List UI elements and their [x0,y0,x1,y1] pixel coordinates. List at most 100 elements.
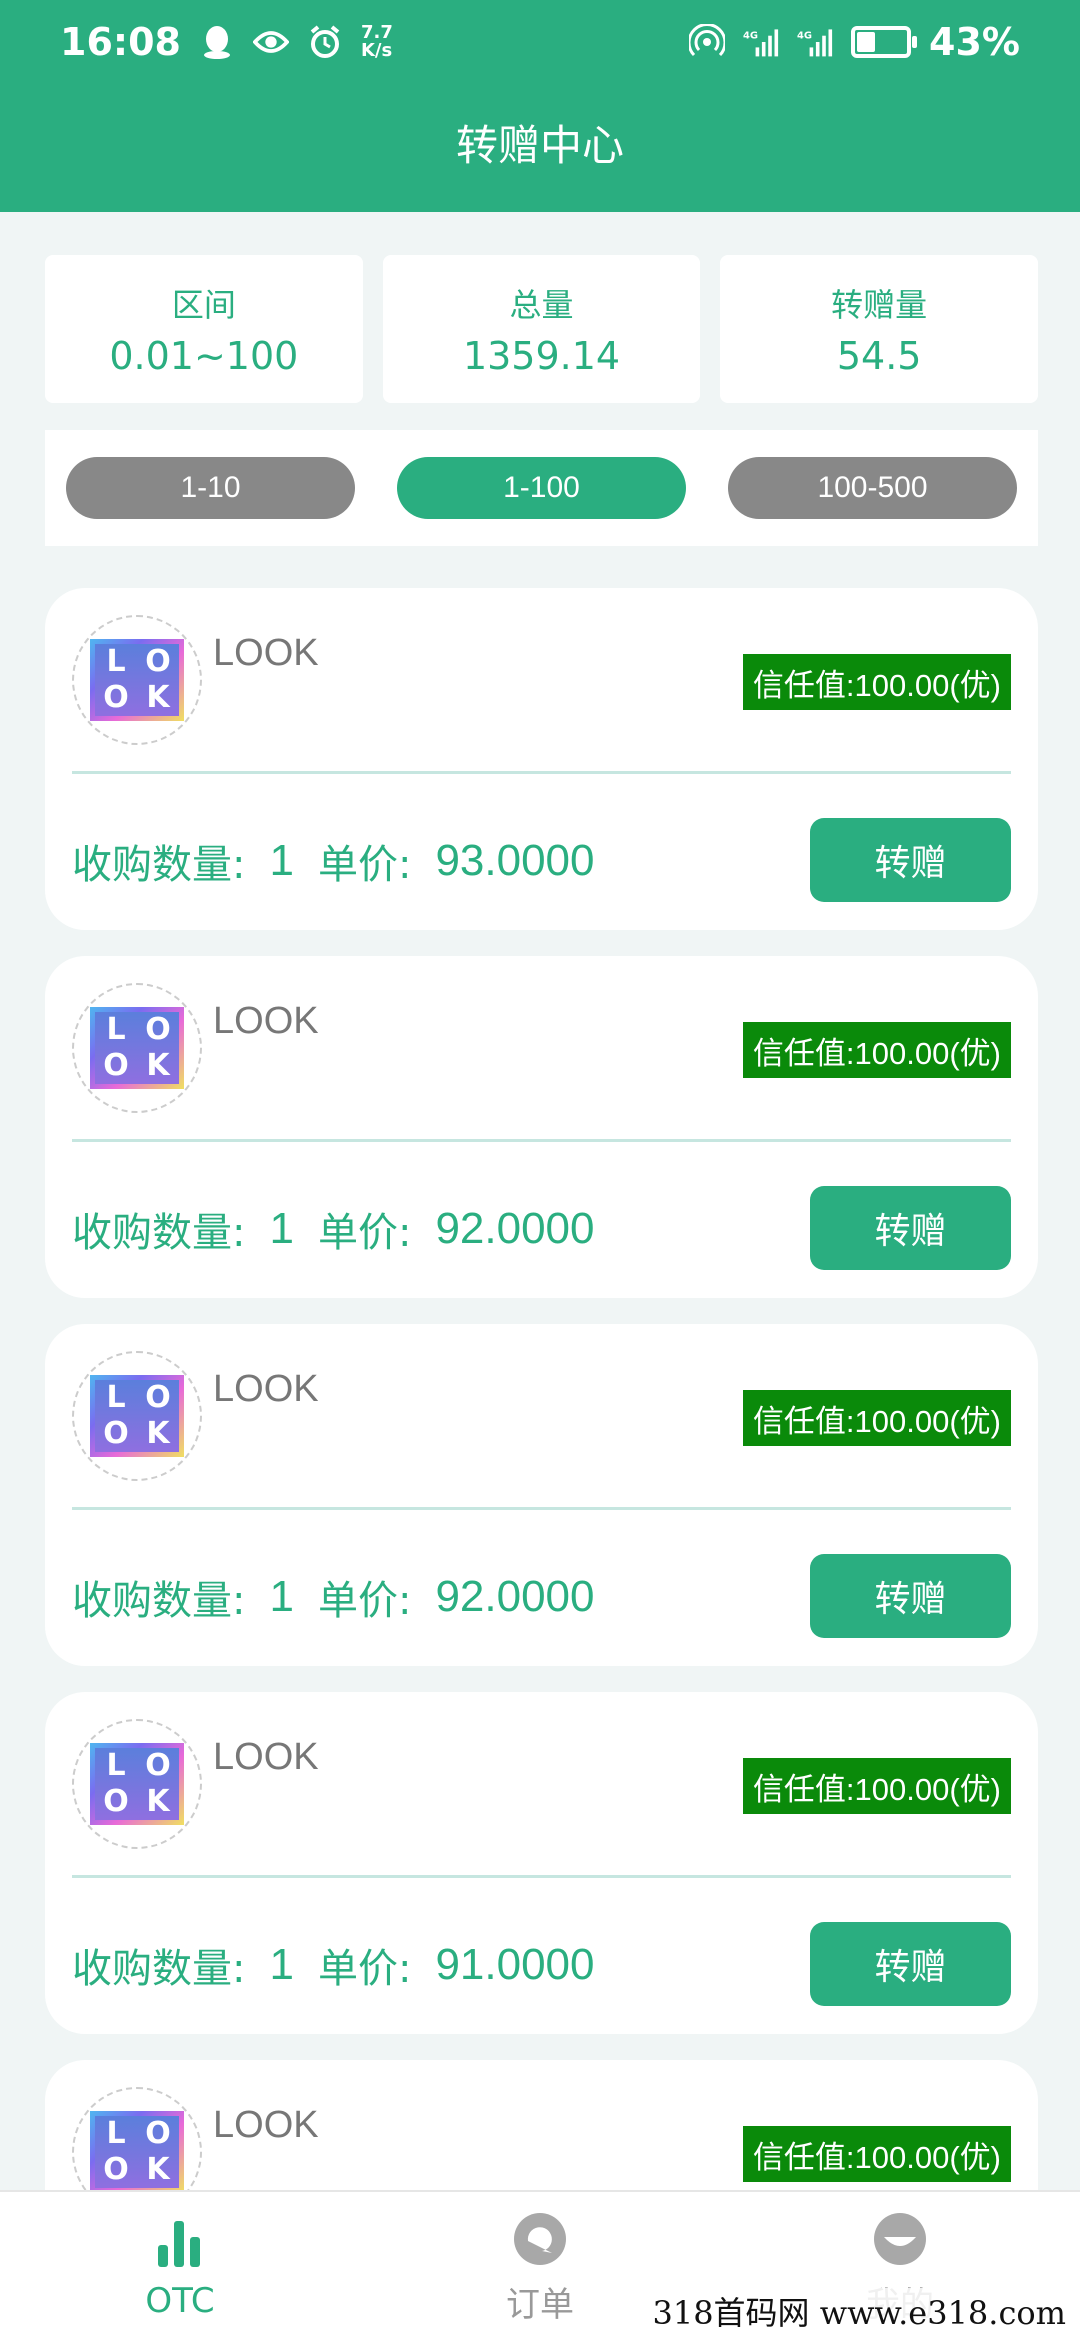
battery-percent: 43% [929,20,1020,64]
seller-name: LOOK [213,1368,319,1410]
stats-row: 区间 0.01~100 总量 1359.14 转赠量 54.5 [45,255,1039,403]
nav-otc[interactable]: OTC [0,2192,360,2340]
seller-name: LOOK [213,1000,319,1042]
signal-4g-icon: 4G [797,24,833,60]
alarm-icon [307,24,343,60]
trust-badge: 信任值:100.00(优) [742,1758,1011,1814]
logo-letter: O [103,2152,129,2187]
logo-letter: L [106,1748,126,1783]
look-logo-icon: LOOK [90,639,184,721]
filter-1-100-button[interactable]: 1-100 [397,457,686,519]
price-value: 92.0000 [435,1572,595,1621]
qty-value: 1 [269,1572,294,1621]
status-time: 16:08 [60,20,181,64]
svg-text:4G: 4G [797,30,812,41]
logo-letter: K [146,1416,170,1451]
listing-info: 收购数量: 1 单价: 93.0000 [72,832,595,890]
status-right: 4G 4G 43% [689,20,1020,64]
logo-letter: O [145,1380,171,1415]
app-header: 16:08 7.7 K/s 4G 4G 43% 转赠中心 [0,0,1080,212]
logo-letter: O [103,1048,129,1083]
logo-letter: K [146,1048,170,1083]
qty-value: 1 [269,1940,294,1989]
bar-chart-icon [150,2211,210,2271]
look-logo-icon: LOOK [90,2111,184,2193]
price-label: 单价: [317,842,412,888]
filter-100-500-button[interactable]: 100-500 [728,457,1017,519]
divider [72,1875,1011,1878]
logo-letter: O [145,1012,171,1047]
transfer-button[interactable]: 转赠 [810,1922,1011,2006]
price-label: 单价: [317,1578,412,1624]
trust-badge: 信任值:100.00(优) [742,2126,1011,2182]
logo-letter: L [106,1380,126,1415]
logo-letter: K [146,680,170,715]
stat-total: 总量 1359.14 [382,255,701,403]
net-speed: 7.7 K/s [361,24,393,60]
listing-card: LOOK LOOK 信任值:100.00(优) 收购数量: 1 单价: 92.0… [45,1324,1038,1666]
seller-name: LOOK [213,632,319,674]
logo-letters: LOOK [95,1380,179,1452]
seller-name: LOOK [213,1736,319,1778]
stat-label: 转赠量 [831,286,928,324]
battery-fill [857,32,876,52]
nav-orders-label: 订单 [506,2284,574,2325]
transfer-button[interactable]: 转赠 [810,1186,1011,1270]
price-value: 92.0000 [435,1204,595,1253]
qty-label: 收购数量: [72,1210,246,1256]
range-filter-bar: 1-10 1-100 100-500 [45,430,1038,546]
nav-otc-label: OTC [145,2281,215,2321]
price-label: 单价: [317,1210,412,1256]
qty-label: 收购数量: [72,1946,246,1992]
qty-label: 收购数量: [72,842,246,888]
logo-letters: LOOK [95,644,179,716]
logo-letter: O [145,644,171,679]
trust-badge: 信任值:100.00(优) [742,1022,1011,1078]
trust-badge: 信任值:100.00(优) [742,1390,1011,1446]
logo-letters: LOOK [95,1748,179,1820]
signal-4g-icon: 4G [743,24,779,60]
logo-letter: O [103,1416,129,1451]
stat-value: 0.01~100 [109,334,299,378]
profile-icon [870,2207,930,2267]
logo-letter: O [103,1784,129,1819]
price-label: 单价: [317,1946,412,1992]
listing-card: LOOK LOOK 信任值:100.00(优) 收购数量: 1 单价: 91.0… [45,1692,1038,2034]
battery-icon [851,26,918,58]
watermark: 318首码网 www.e318.com [652,2288,1066,2334]
divider [72,1507,1011,1510]
listing-info: 收购数量: 1 单价: 91.0000 [72,1936,595,1994]
qty-value: 1 [269,836,294,885]
logo-letter: L [106,1012,126,1047]
logo-letter: L [106,644,126,679]
transfer-button[interactable]: 转赠 [810,1554,1011,1638]
qty-value: 1 [269,1204,294,1253]
avatar: LOOK [72,615,202,745]
listing-info: 收购数量: 1 单价: 92.0000 [72,1568,595,1626]
status-left: 16:08 7.7 K/s [60,20,393,64]
qq-icon [199,24,235,60]
divider [72,1139,1011,1142]
divider [72,771,1011,774]
filter-1-10-button[interactable]: 1-10 [66,457,355,519]
stat-label: 总量 [509,286,574,324]
stat-value: 1359.14 [462,334,621,378]
trust-badge: 信任值:100.00(优) [742,654,1011,710]
stat-transferred: 转赠量 54.5 [720,255,1039,403]
qty-label: 收购数量: [72,1578,246,1624]
logo-letter: K [146,1784,170,1819]
avatar: LOOK [72,1719,202,1849]
price-value: 91.0000 [435,1940,595,1989]
logo-letter: L [106,2116,126,2151]
look-logo-icon: LOOK [90,1743,184,1825]
transfer-button[interactable]: 转赠 [810,818,1011,902]
look-logo-icon: LOOK [90,1007,184,1089]
avatar: LOOK [72,983,202,1113]
page-title: 转赠中心 [455,121,624,170]
logo-letter: K [146,2152,170,2187]
price-value: 93.0000 [435,836,595,885]
logo-letters: LOOK [95,2116,179,2188]
logo-letter: O [103,680,129,715]
stat-value: 54.5 [836,334,922,378]
hotspot-icon [689,24,726,60]
